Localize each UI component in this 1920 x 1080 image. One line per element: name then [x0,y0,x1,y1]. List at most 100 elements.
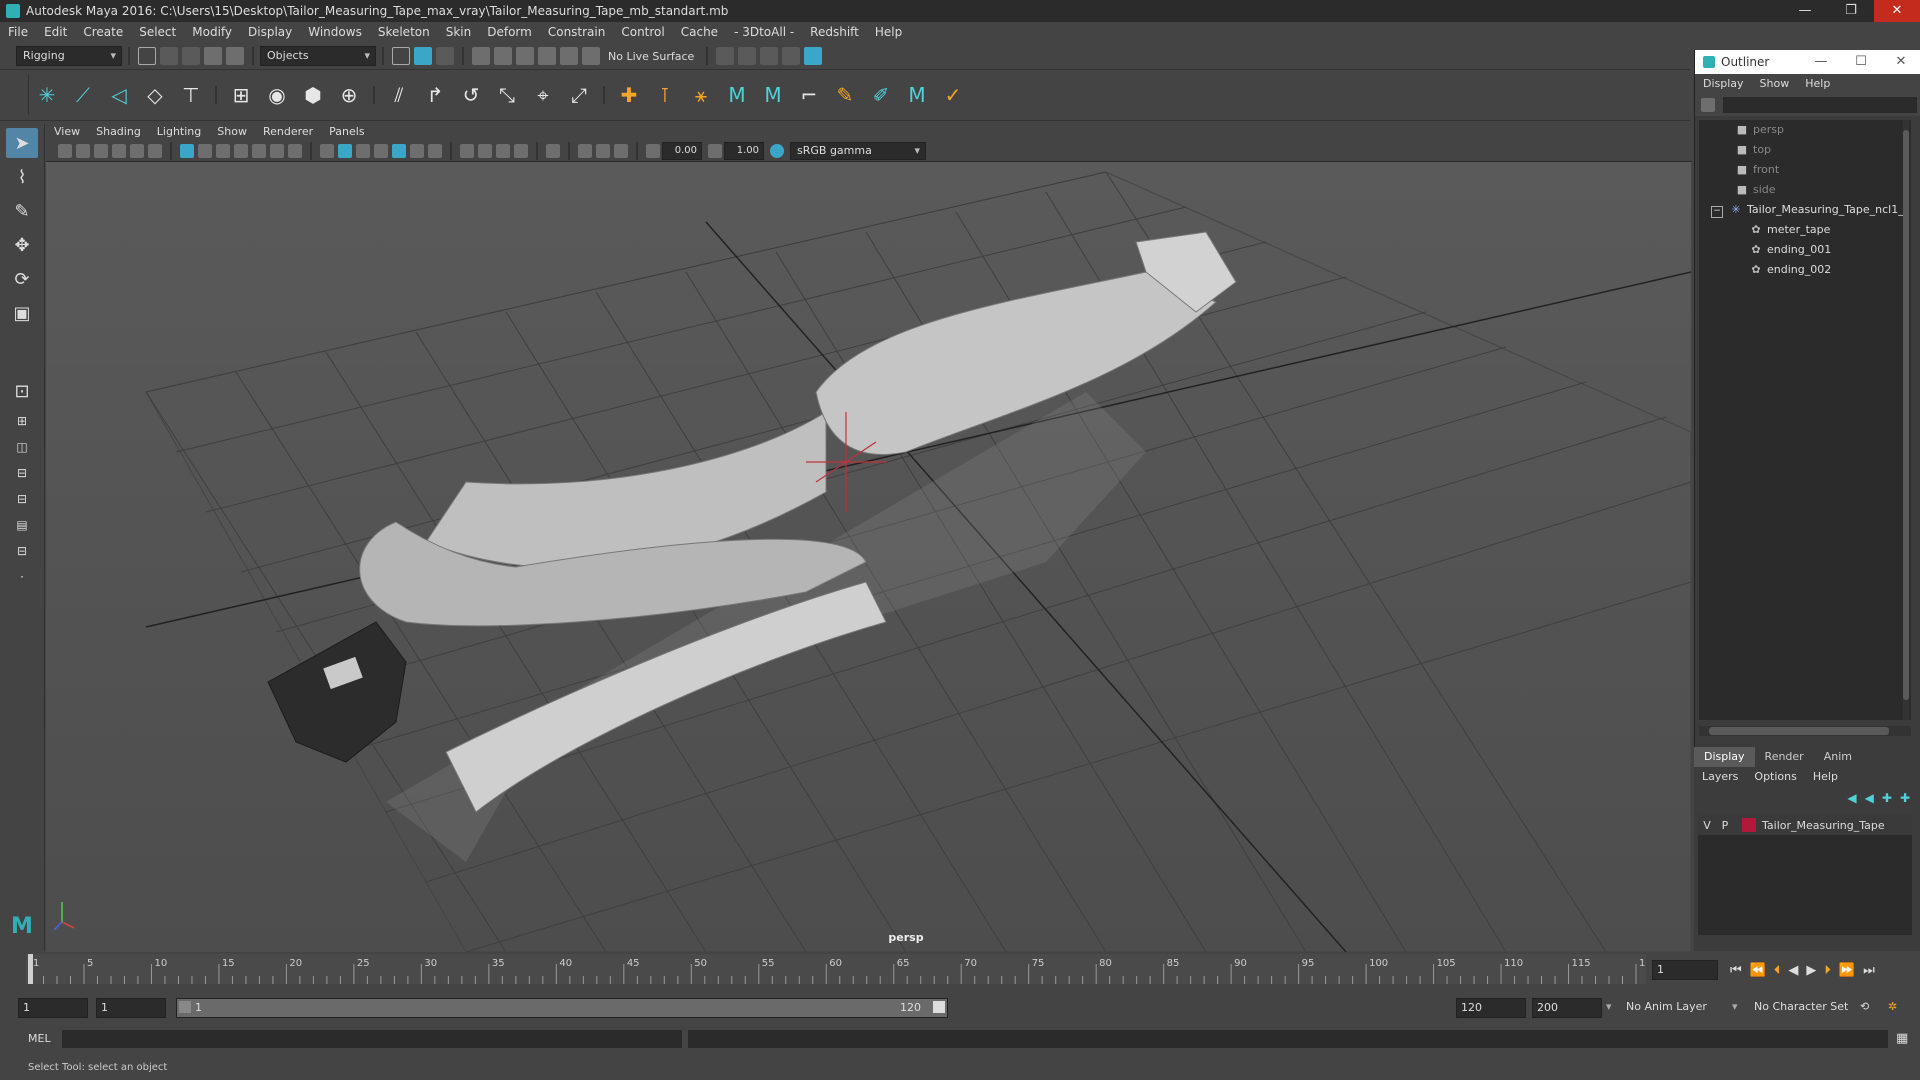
gamma-field[interactable]: 1.00 [724,142,764,160]
two-d-pan-icon[interactable] [130,144,144,158]
snap-live-icon[interactable] [582,47,600,65]
lattice-icon[interactable]: ⬢ [299,81,327,109]
selection-mode-dropdown[interactable]: Objects [260,46,376,66]
bookmark-icon[interactable] [94,144,108,158]
layer-menu-options[interactable]: Options [1746,767,1804,787]
playback-end-field[interactable]: 120 [1456,998,1526,1018]
move-layer-down-icon[interactable]: ◀ [1865,791,1874,805]
hypershade-layout-icon[interactable]: ⊟ [6,540,38,562]
move-layer-up-icon[interactable]: ◀ [1847,791,1856,805]
minimize-button[interactable]: — [1782,0,1828,22]
time-slider[interactable]: 1 5 10 15 20 25 30 35 40 45 50 55 60 65 70 75 80 85 90 95 10… [26,954,1646,984]
isolate-select-icon[interactable] [546,144,560,158]
shadows-icon[interactable] [428,144,442,158]
menu-redshift[interactable]: Redshift [802,22,867,43]
layer-row[interactable]: V P Tailor_Measuring_Tape [1698,815,1912,835]
live-surface-label[interactable]: No Live Surface [608,50,694,63]
gate-mask-icon[interactable] [234,144,248,158]
motion-blur-icon[interactable] [478,144,492,158]
collapse-toggle-icon[interactable]: − [1711,206,1723,218]
menu-display[interactable]: Display [240,22,300,43]
play-backward-icon[interactable]: ◀ [1788,963,1798,978]
menu-select[interactable]: Select [131,22,184,43]
ik-handle-icon[interactable]: ⟋ [69,81,97,109]
outliner-close-button[interactable]: ✕ [1881,50,1920,74]
panel-menu-panels[interactable]: Panels [321,122,372,141]
outliner-item-front[interactable]: ■ front [1699,160,1911,180]
select-object-icon[interactable] [414,47,432,65]
character-set-dropdown-icon[interactable]: ▾ [1732,998,1738,1016]
maya-tool-b-icon[interactable]: M [759,81,787,109]
step-back-key-icon[interactable]: ⏪ [1750,963,1766,978]
bind-skin-icon[interactable]: ⊞ [227,81,255,109]
four-view-icon[interactable]: ⊞ [6,410,38,432]
exposure-field[interactable]: 0.00 [662,142,702,160]
resolution-gate-icon[interactable] [216,144,230,158]
grid-icon[interactable] [180,144,194,158]
new-scene-icon[interactable] [138,47,156,65]
snap-grid-icon[interactable] [472,47,490,65]
tab-render[interactable]: Render [1755,747,1814,767]
command-input[interactable] [62,1030,682,1048]
panel-menu-shading[interactable]: Shading [88,122,149,141]
menu-deform[interactable]: Deform [479,22,540,43]
color-management-icon[interactable] [770,144,784,158]
insert-joint-icon[interactable]: ◇ [141,81,169,109]
new-layer-icon[interactable]: ✚ [1882,791,1892,805]
anti-aliasing-icon[interactable] [496,144,510,158]
camera-select-icon[interactable] [58,144,72,158]
start-time-field[interactable]: 1 [18,998,88,1018]
gamma-icon[interactable] [708,144,722,158]
anim-layer-dropdown-icon[interactable]: ▾ [1606,998,1612,1016]
outliner-item-side[interactable]: ■ side [1699,180,1911,200]
lasso-tool-icon[interactable]: ⌇ [6,162,38,192]
xray-components-icon[interactable] [614,144,628,158]
grease-pencil-icon[interactable] [148,144,162,158]
go-to-end-icon[interactable]: ⏭ [1863,963,1875,978]
undo-icon[interactable] [204,47,222,65]
menu-cache[interactable]: Cache [673,22,726,43]
parent-constraint-icon[interactable]: ⌖ [529,81,557,109]
filter-icon[interactable] [1701,98,1715,112]
maya-tool-c-icon[interactable]: M [903,81,931,109]
current-frame-field[interactable]: 1 [1652,960,1718,980]
select-tool-icon[interactable]: ➤ [6,128,38,158]
move-tool-icon[interactable]: ✥ [6,230,38,260]
ik-spline-icon[interactable]: ◁ [105,81,133,109]
panel-menu-view[interactable]: View [46,122,88,141]
end-time-field[interactable]: 200 [1532,998,1602,1018]
joint-tool-icon[interactable]: ✳ [33,81,61,109]
outliner-item-meter-tape[interactable]: ✿ meter_tape [1699,220,1911,240]
save-scene-icon[interactable] [182,47,200,65]
layer-visibility-toggle[interactable]: V [1698,819,1716,832]
close-button[interactable]: ✕ [1874,0,1920,22]
hypershade-icon[interactable] [804,47,823,65]
maya-tool-a-icon[interactable]: M [723,81,751,109]
step-forward-key-icon[interactable]: ⏩ [1839,963,1855,978]
collapse-icon[interactable]: · [6,566,38,588]
safe-title-icon[interactable] [288,144,302,158]
image-plane-icon[interactable] [112,144,126,158]
exposure-icon[interactable] [646,144,660,158]
auto-key-icon[interactable]: ⟲ [1860,998,1869,1016]
menu-skin[interactable]: Skin [438,22,480,43]
snap-surface-icon[interactable] [560,47,578,65]
smooth-shade-icon[interactable] [338,144,352,158]
paint-select-icon[interactable]: ✎ [6,196,38,226]
view-transform-dropdown[interactable]: sRGB gamma [790,142,926,160]
range-start-handle[interactable] [179,1001,191,1013]
default-material-icon[interactable] [356,144,370,158]
menu-file[interactable]: File [0,22,36,43]
two-view-stacked-icon[interactable]: ⊟ [6,462,38,484]
scale-constraint-icon[interactable]: ⤡ [493,81,521,109]
panel-menu-renderer[interactable]: Renderer [255,122,321,141]
single-view-icon[interactable]: ⊡ [6,376,38,406]
outliner-menu-show[interactable]: Show [1752,74,1798,94]
anim-layer-label[interactable]: No Anim Layer [1626,998,1707,1016]
outliner-maximize-button[interactable]: ☐ [1841,50,1881,74]
current-time-marker[interactable] [28,954,33,984]
xray-joints-icon[interactable] [596,144,610,158]
outliner-hscrollbar[interactable] [1699,726,1911,736]
rotate-tool-icon[interactable]: ⟳ [6,264,38,294]
panel-menu-show[interactable]: Show [209,122,255,141]
